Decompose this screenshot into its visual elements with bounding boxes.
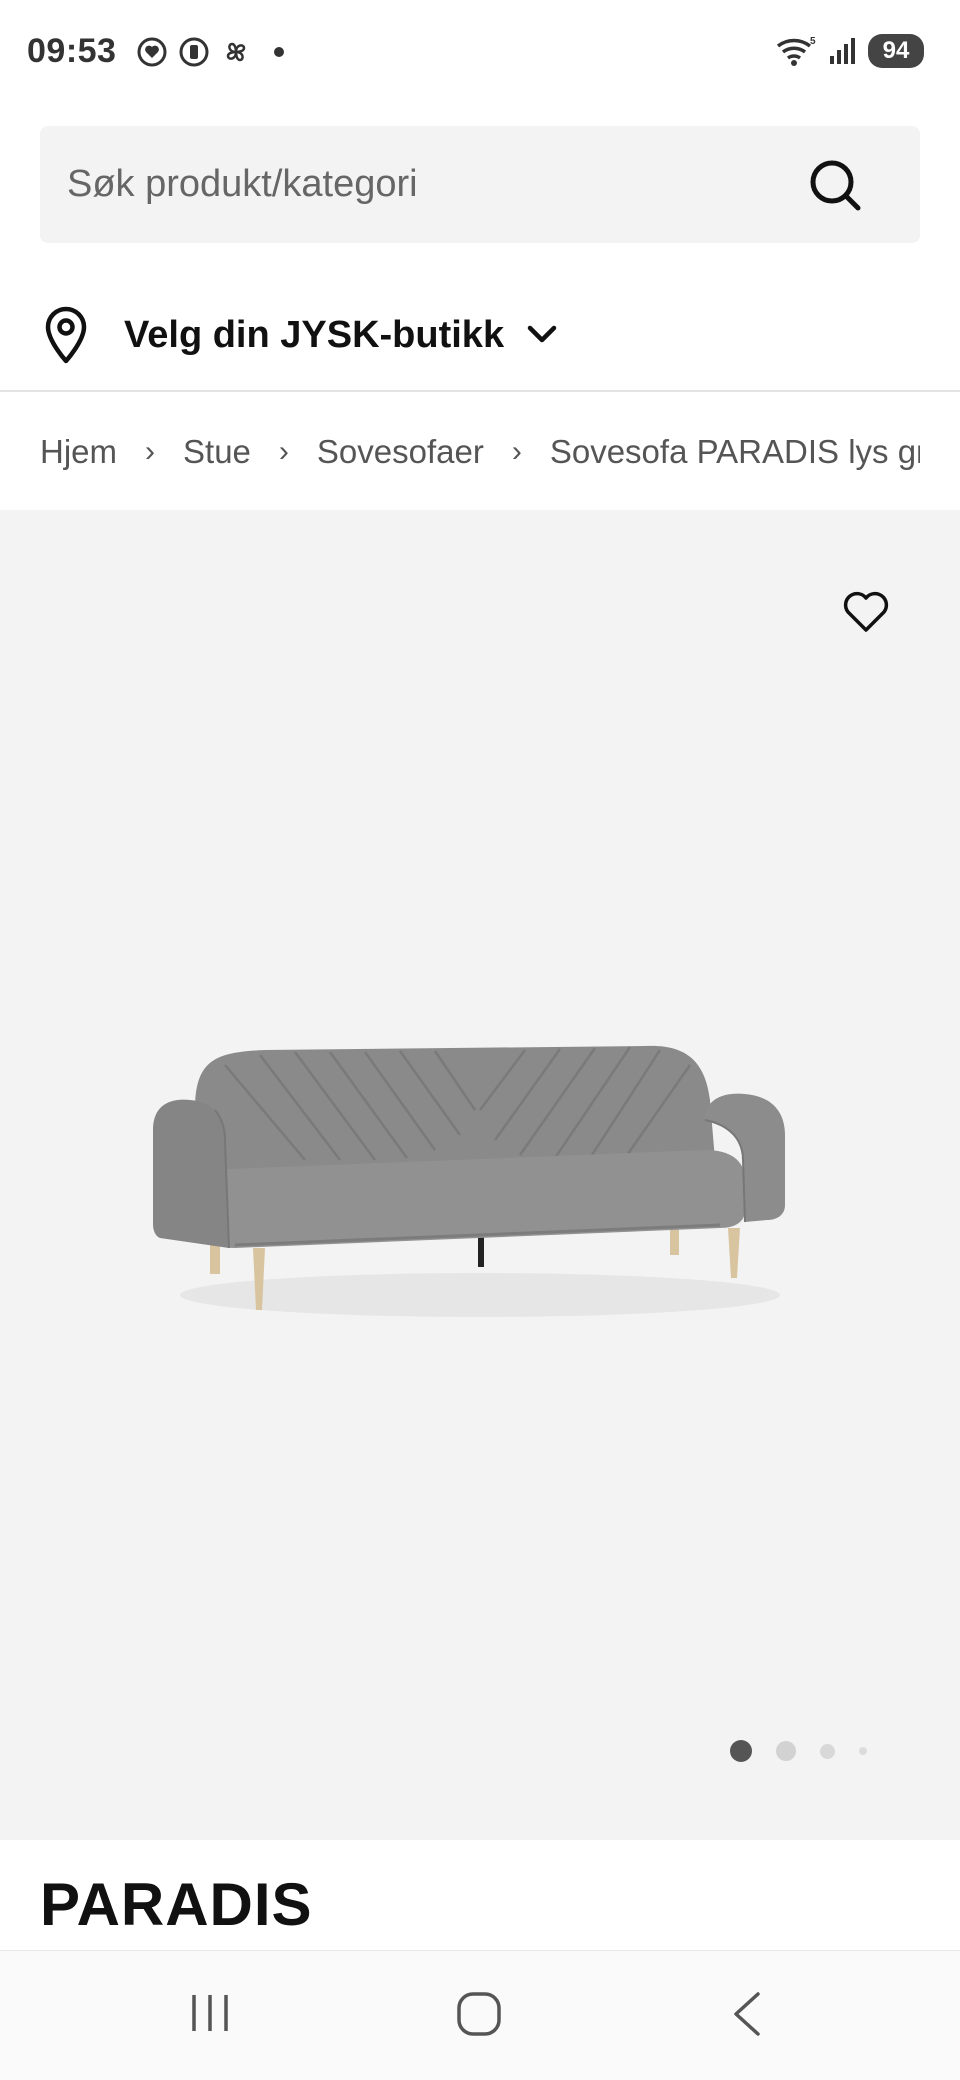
- search-input[interactable]: Søk produkt/kategori: [40, 126, 920, 243]
- heart-circle-icon: [137, 37, 167, 67]
- notification-icons: [136, 36, 284, 68]
- status-bar: 09:53 5 94: [0, 0, 960, 110]
- product-title: PARADIS: [40, 1871, 313, 1938]
- carousel-dot[interactable]: [820, 1743, 835, 1759]
- home-icon[interactable]: [456, 1991, 502, 2037]
- favorite-heart-icon[interactable]: [842, 590, 890, 634]
- product-image-carousel[interactable]: [0, 510, 960, 1840]
- pinwheel-icon: [226, 42, 246, 62]
- header-divider: [0, 390, 960, 392]
- carousel-indicators: [730, 1740, 867, 1762]
- carousel-dot[interactable]: [776, 1741, 796, 1761]
- breadcrumb-separator: ›: [145, 435, 156, 468]
- back-icon[interactable]: [730, 1991, 764, 2037]
- breadcrumb-item-current: Sovesofa PARADIS lys grå s: [549, 433, 920, 470]
- svg-text:5: 5: [810, 36, 816, 47]
- chevron-down-icon: [527, 325, 557, 343]
- recent-apps-icon[interactable]: [188, 1991, 232, 2035]
- search-icon[interactable]: [808, 158, 862, 212]
- battery-indicator: 94: [868, 34, 924, 68]
- breadcrumb-item-stue[interactable]: Stue: [183, 433, 251, 471]
- system-icons: 5 94: [774, 34, 924, 68]
- breadcrumb-item-sovesofaer[interactable]: Sovesofaer: [317, 433, 484, 471]
- phone-circle-icon: [179, 37, 209, 67]
- breadcrumb-item-hjem[interactable]: Hjem: [40, 433, 117, 471]
- product-image-sofa: [153, 1045, 785, 1317]
- breadcrumb: Hjem › Stue › Sovesofaer › Sovesofa PARA…: [40, 424, 920, 480]
- carousel-dot[interactable]: [859, 1747, 867, 1755]
- status-time: 09:53: [27, 32, 117, 70]
- carousel-dot-active[interactable]: [730, 1740, 752, 1762]
- signal-icon: [830, 38, 855, 64]
- wifi-icon: 5: [776, 36, 816, 66]
- location-pin-icon: [45, 306, 87, 364]
- store-selector[interactable]: Velg din JYSK-butikk: [40, 300, 558, 370]
- store-label: Velg din JYSK-butikk: [124, 313, 505, 356]
- system-navigation-bar: [0, 1950, 960, 2080]
- breadcrumb-separator: ›: [511, 435, 522, 468]
- more-notifications-dot: [274, 47, 284, 57]
- search-placeholder: Søk produkt/kategori: [67, 163, 418, 205]
- breadcrumb-separator: ›: [278, 435, 289, 468]
